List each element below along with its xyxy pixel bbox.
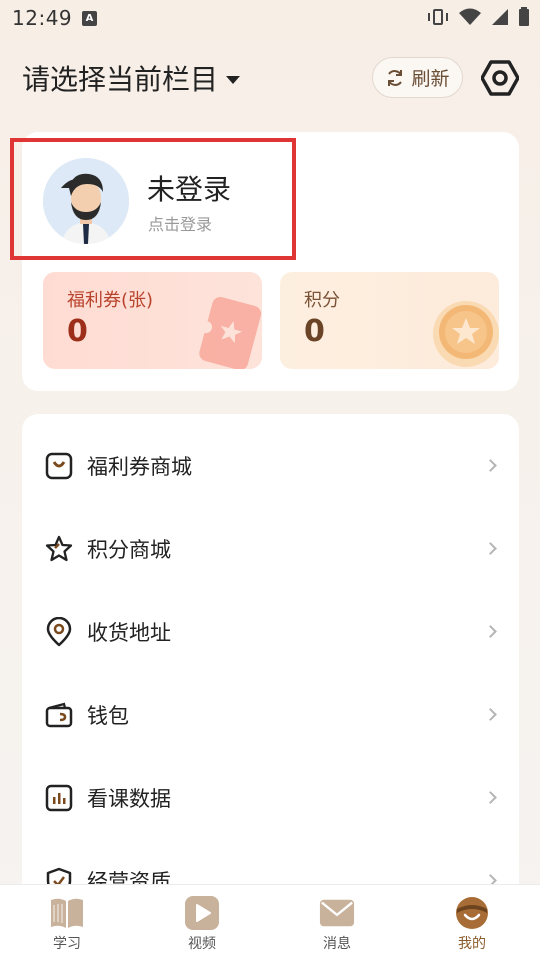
chevron-right-icon bbox=[484, 708, 497, 721]
tab-study[interactable]: 学习 bbox=[17, 885, 117, 960]
column-title: 请选择当前栏目 bbox=[22, 63, 219, 96]
tab-bar: 学习 视频 消息 我的 bbox=[0, 884, 540, 960]
tab-video[interactable]: 视频 bbox=[152, 885, 252, 960]
login-subtitle[interactable]: 点击登录 bbox=[148, 211, 212, 235]
avatar-image bbox=[43, 158, 129, 244]
status-icons bbox=[426, 7, 530, 27]
bar-chart-icon bbox=[44, 783, 74, 813]
points-label: 积分 bbox=[304, 290, 340, 311]
menu-item-label: 积分商城 bbox=[87, 537, 171, 562]
menu-item-coupon-mall[interactable]: 福利券商城 bbox=[22, 424, 519, 507]
login-title[interactable]: 未登录 bbox=[147, 168, 231, 208]
status-time: 12:49 bbox=[12, 6, 73, 30]
wifi-icon bbox=[459, 8, 481, 25]
wallet-icon bbox=[44, 700, 74, 730]
menu-item-wallet[interactable]: 钱包 bbox=[22, 673, 519, 756]
status-bar: 12:49 A bbox=[0, 0, 540, 36]
chevron-right-icon bbox=[484, 459, 497, 472]
caret-down-icon bbox=[226, 76, 241, 84]
play-icon bbox=[184, 895, 220, 931]
tab-messages[interactable]: 消息 bbox=[287, 885, 387, 960]
star-icon bbox=[44, 534, 74, 564]
tab-label: 视频 bbox=[188, 936, 216, 952]
column-selector[interactable]: 请选择当前栏目 bbox=[22, 58, 241, 98]
coupon-count: 0 bbox=[67, 314, 88, 349]
menu-item-address[interactable]: 收货地址 bbox=[22, 590, 519, 673]
menu-item-points-mall[interactable]: 积分商城 bbox=[22, 507, 519, 590]
points-coin-icon bbox=[433, 301, 499, 367]
notification-icon: A bbox=[82, 11, 97, 26]
smile-icon bbox=[454, 895, 490, 931]
refresh-label: 刷新 bbox=[411, 68, 450, 90]
menu-item-label: 福利券商城 bbox=[87, 454, 192, 479]
menu-item-label: 钱包 bbox=[87, 703, 129, 728]
menu-item-course-data[interactable]: 看课数据 bbox=[22, 756, 519, 839]
coupon-ticket-icon bbox=[199, 297, 262, 369]
mail-icon bbox=[319, 895, 355, 931]
tab-label: 学习 bbox=[53, 936, 81, 952]
chevron-right-icon bbox=[484, 542, 497, 555]
battery-icon bbox=[519, 7, 529, 26]
menu-item-label: 收货地址 bbox=[87, 620, 171, 645]
signal-icon bbox=[492, 9, 508, 25]
chevron-right-icon bbox=[484, 791, 497, 804]
header: 请选择当前栏目 刷新 bbox=[0, 50, 540, 110]
book-icon bbox=[49, 895, 85, 931]
settings-button[interactable] bbox=[480, 58, 520, 98]
menu-list: 福利券商城 积分商城 收货地址 钱包 看课数据 经营资质 bbox=[22, 414, 519, 894]
avatar[interactable] bbox=[43, 158, 129, 244]
location-pin-icon bbox=[44, 616, 74, 647]
menu-item-label: 看课数据 bbox=[87, 786, 171, 811]
tab-mine[interactable]: 我的 bbox=[422, 885, 522, 960]
vibrate-icon bbox=[428, 9, 448, 25]
settings-hex-icon bbox=[481, 60, 519, 96]
refresh-icon bbox=[388, 69, 403, 86]
tab-label: 我的 bbox=[458, 936, 486, 952]
refresh-button[interactable]: 刷新 bbox=[372, 57, 463, 98]
points-count: 0 bbox=[304, 314, 325, 349]
coupon-label: 福利券(张) bbox=[67, 290, 154, 311]
bag-icon bbox=[44, 451, 74, 481]
points-card[interactable]: 积分 0 bbox=[280, 272, 499, 369]
chevron-right-icon bbox=[484, 625, 497, 638]
coupon-card[interactable]: 福利券(张) 0 bbox=[43, 272, 262, 369]
tab-label: 消息 bbox=[323, 936, 351, 952]
